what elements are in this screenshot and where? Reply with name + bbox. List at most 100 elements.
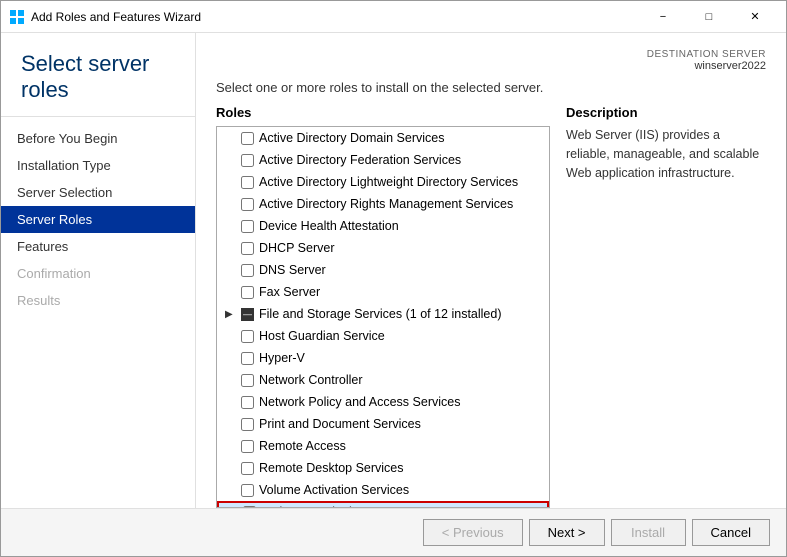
role-checkbox[interactable] bbox=[241, 264, 254, 277]
role-label: DNS Server bbox=[259, 263, 326, 277]
minimize-button[interactable]: − bbox=[640, 1, 686, 33]
expand-arrow bbox=[225, 177, 239, 188]
role-label: Volume Activation Services bbox=[259, 483, 409, 497]
role-label: Active Directory Lightweight Directory S… bbox=[259, 175, 518, 189]
expand-arrow bbox=[225, 243, 239, 254]
expand-arrow bbox=[225, 265, 239, 276]
list-item[interactable]: Volume Activation Services bbox=[217, 479, 549, 501]
list-item[interactable]: DHCP Server bbox=[217, 237, 549, 259]
role-label: Host Guardian Service bbox=[259, 329, 385, 343]
list-item[interactable]: Network Policy and Access Services bbox=[217, 391, 549, 413]
destination-label: DESTINATION SERVER bbox=[216, 49, 766, 60]
roles-list-container[interactable]: Active Directory Domain Services Active … bbox=[216, 126, 550, 508]
description-column: Description Web Server (IIS) provides a … bbox=[566, 105, 766, 508]
role-label: Network Policy and Access Services bbox=[259, 395, 460, 409]
expand-arrow bbox=[225, 287, 239, 298]
sidebar: Select server roles Before You Begin Ins… bbox=[1, 33, 196, 508]
role-label: Web Server (IIS) bbox=[261, 505, 354, 508]
sidebar-item-server-roles[interactable]: Server Roles bbox=[1, 206, 195, 233]
sidebar-item-features[interactable]: Features bbox=[1, 233, 195, 260]
sidebar-nav: Before You Begin Installation Type Serve… bbox=[1, 117, 195, 322]
list-item[interactable]: Device Health Attestation bbox=[217, 215, 549, 237]
cancel-button[interactable]: Cancel bbox=[692, 519, 770, 546]
previous-button[interactable]: < Previous bbox=[423, 519, 523, 546]
sidebar-item-server-selection[interactable]: Server Selection bbox=[1, 179, 195, 206]
list-item[interactable]: DNS Server bbox=[217, 259, 549, 281]
role-checkbox[interactable] bbox=[241, 396, 254, 409]
app-icon bbox=[9, 9, 25, 25]
destination-server-name: winserver2022 bbox=[216, 60, 766, 72]
role-label: Hyper-V bbox=[259, 351, 305, 365]
close-button[interactable]: ✕ bbox=[732, 1, 778, 33]
role-checkbox[interactable] bbox=[241, 418, 254, 431]
role-label: File and Storage Services (1 of 12 insta… bbox=[259, 307, 502, 321]
sidebar-item-results: Results bbox=[1, 287, 195, 314]
role-checkbox[interactable] bbox=[241, 352, 254, 365]
expand-arrow bbox=[227, 507, 241, 509]
destination-server-info: DESTINATION SERVER winserver2022 bbox=[216, 49, 766, 72]
role-label: Fax Server bbox=[259, 285, 320, 299]
roles-list: Active Directory Domain Services Active … bbox=[217, 127, 549, 508]
expand-arrow: ▶ bbox=[225, 309, 239, 320]
role-label: Print and Document Services bbox=[259, 417, 421, 431]
role-label: Remote Desktop Services bbox=[259, 461, 404, 475]
role-label: Active Directory Federation Services bbox=[259, 153, 461, 167]
expand-arrow bbox=[225, 485, 239, 496]
expand-arrow bbox=[225, 375, 239, 386]
role-checkbox[interactable] bbox=[241, 132, 254, 145]
install-button[interactable]: Install bbox=[611, 519, 686, 546]
role-checkbox[interactable] bbox=[241, 484, 254, 497]
expand-arrow bbox=[225, 199, 239, 210]
list-item[interactable]: Remote Desktop Services bbox=[217, 457, 549, 479]
list-item[interactable]: Host Guardian Service bbox=[217, 325, 549, 347]
list-item[interactable]: Remote Access bbox=[217, 435, 549, 457]
role-label: Active Directory Rights Management Servi… bbox=[259, 197, 513, 211]
sidebar-item-installation-type[interactable]: Installation Type bbox=[1, 152, 195, 179]
expand-arrow bbox=[225, 133, 239, 144]
page-title: Select server roles bbox=[21, 51, 175, 104]
sidebar-item-before-you-begin[interactable]: Before You Begin bbox=[1, 125, 195, 152]
list-item[interactable]: ▶ File and Storage Services (1 of 12 ins… bbox=[217, 303, 549, 325]
page-header: Select server roles bbox=[1, 33, 195, 117]
role-label: Network Controller bbox=[259, 373, 363, 387]
role-label: DHCP Server bbox=[259, 241, 334, 255]
expand-arrow bbox=[225, 331, 239, 342]
list-item[interactable]: Active Directory Lightweight Directory S… bbox=[217, 171, 549, 193]
role-label: Active Directory Domain Services bbox=[259, 131, 444, 145]
list-item[interactable]: Fax Server bbox=[217, 281, 549, 303]
roles-column: Roles Active Directory Domain Services bbox=[216, 105, 550, 508]
role-label: Remote Access bbox=[259, 439, 346, 453]
expand-arrow bbox=[225, 353, 239, 364]
role-checkbox[interactable] bbox=[241, 176, 254, 189]
expand-arrow bbox=[225, 419, 239, 430]
role-checkbox[interactable] bbox=[241, 330, 254, 343]
role-checkbox[interactable] bbox=[241, 374, 254, 387]
next-button[interactable]: Next > bbox=[529, 519, 605, 546]
main-panel: DESTINATION SERVER winserver2022 Select … bbox=[196, 33, 786, 508]
list-item[interactable]: Hyper-V bbox=[217, 347, 549, 369]
roles-column-header: Roles bbox=[216, 105, 550, 120]
role-checkbox[interactable] bbox=[241, 242, 254, 255]
list-item[interactable]: Active Directory Rights Management Servi… bbox=[217, 193, 549, 215]
role-checkbox[interactable] bbox=[241, 440, 254, 453]
list-item[interactable]: Network Controller bbox=[217, 369, 549, 391]
role-label: Device Health Attestation bbox=[259, 219, 399, 233]
instruction-text: Select one or more roles to install on t… bbox=[216, 80, 766, 95]
list-item[interactable]: Active Directory Federation Services bbox=[217, 149, 549, 171]
role-checkbox[interactable] bbox=[241, 286, 254, 299]
expand-arrow bbox=[225, 221, 239, 232]
role-checkbox[interactable] bbox=[241, 462, 254, 475]
list-item[interactable]: Active Directory Domain Services bbox=[217, 127, 549, 149]
description-text: Web Server (IIS) provides a reliable, ma… bbox=[566, 126, 766, 182]
role-checkbox[interactable] bbox=[243, 506, 256, 509]
window-title: Add Roles and Features Wizard bbox=[31, 10, 640, 24]
title-bar: Add Roles and Features Wizard − □ ✕ bbox=[1, 1, 786, 33]
role-checkbox[interactable] bbox=[241, 154, 254, 167]
window-controls: − □ ✕ bbox=[640, 1, 778, 33]
role-checkbox[interactable] bbox=[241, 198, 254, 211]
role-checkbox[interactable] bbox=[241, 220, 254, 233]
list-item[interactable]: Print and Document Services bbox=[217, 413, 549, 435]
expand-arrow bbox=[225, 155, 239, 166]
list-item-web-server[interactable]: Web Server (IIS) bbox=[217, 501, 549, 508]
maximize-button[interactable]: □ bbox=[686, 1, 732, 33]
